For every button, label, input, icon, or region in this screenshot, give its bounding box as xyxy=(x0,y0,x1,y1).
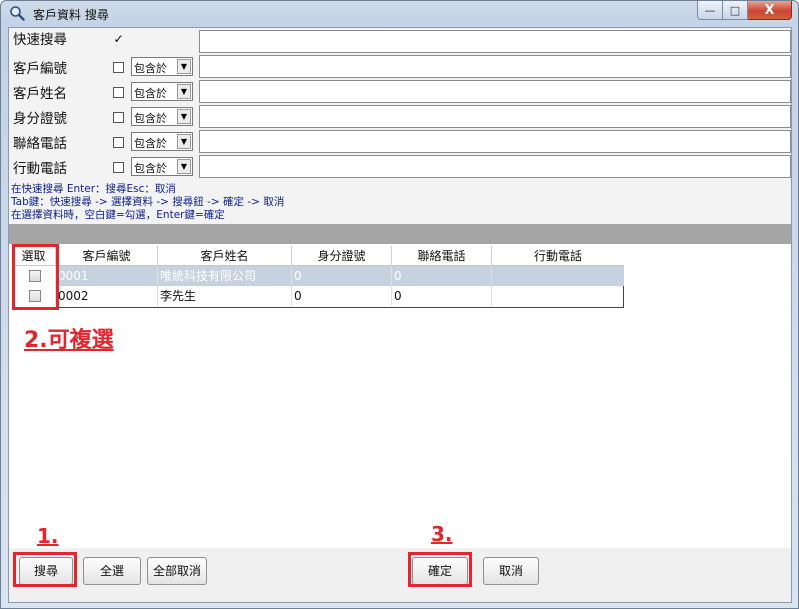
field-enable-checkbox[interactable] xyxy=(113,62,124,73)
select-all-button[interactable]: 全選 xyxy=(83,557,141,585)
table-row[interactable]: 0001 唯統科技有限公司 0 0 xyxy=(12,266,624,286)
magnifier-icon xyxy=(10,6,25,21)
operator-select[interactable]: 包含於 ▼ xyxy=(131,157,193,176)
dropdown-arrow-icon[interactable]: ▼ xyxy=(177,159,191,174)
customer-name-input[interactable] xyxy=(199,80,791,103)
customer-id-input[interactable] xyxy=(199,55,791,78)
annotation-multi-select: 2.可複選 xyxy=(24,328,114,353)
quick-search-input[interactable] xyxy=(199,30,791,53)
grid-header: 選取 客戶編號 客戶姓名 身分證號 聯絡電話 行動電話 xyxy=(12,246,624,266)
operator-select[interactable]: 包含於 ▼ xyxy=(131,57,193,76)
id-number-input[interactable] xyxy=(199,105,791,128)
search-dialog-window: 客戶資料 搜尋 — □ X 快速搜尋 ✓ 客戶編號 包含於 ▼ 客戶姓名 包含於… xyxy=(0,0,799,609)
field-row-contact-phone: 聯絡電話 包含於 ▼ xyxy=(9,130,791,154)
minimize-icon: — xyxy=(704,3,716,17)
maximize-icon: □ xyxy=(729,3,741,17)
window-controls: — □ X xyxy=(697,1,792,21)
operator-value: 包含於 xyxy=(134,87,167,100)
field-row-mobile-phone: 行動電話 包含於 ▼ xyxy=(9,155,791,179)
field-row-id-number: 身分證號 包含於 ▼ xyxy=(9,105,791,129)
annotation-step-1: 1. xyxy=(37,524,59,548)
column-header-customer-name[interactable]: 客戶姓名 xyxy=(158,246,292,266)
operator-select[interactable]: 包含於 ▼ xyxy=(131,132,193,151)
cell-customer-id: 0001 xyxy=(56,266,158,286)
deselect-all-button[interactable]: 全部取消 xyxy=(147,557,207,585)
field-enable-checkbox[interactable] xyxy=(113,112,124,123)
field-row-customer-name: 客戶姓名 包含於 ▼ xyxy=(9,80,791,104)
cell-mobile-phone xyxy=(492,286,624,306)
field-label: 客戶編號 xyxy=(13,61,67,77)
column-header-mobile-phone[interactable]: 行動電話 xyxy=(492,246,624,266)
operator-value: 包含於 xyxy=(134,137,167,150)
annotation-step-3: 3. xyxy=(431,522,453,546)
operator-value: 包含於 xyxy=(134,62,167,75)
column-header-customer-id[interactable]: 客戶編號 xyxy=(56,246,158,266)
operator-value: 包含於 xyxy=(134,162,167,175)
dropdown-arrow-icon[interactable]: ▼ xyxy=(177,84,191,99)
highlight-search-button xyxy=(13,552,77,587)
field-enable-checkbox[interactable] xyxy=(113,162,124,173)
cell-customer-name: 李先生 xyxy=(158,286,292,306)
minimize-button[interactable]: — xyxy=(697,1,723,20)
cell-mobile-phone xyxy=(492,266,624,286)
cancel-button[interactable]: 取消 xyxy=(483,557,539,585)
operator-select[interactable]: 包含於 ▼ xyxy=(131,82,193,101)
field-label: 行動電話 xyxy=(13,161,67,177)
results-grid: 選取 客戶編號 客戶姓名 身分證號 聯絡電話 行動電話 0001 唯統科技有限公… xyxy=(12,246,624,308)
field-enable-checkbox[interactable] xyxy=(113,87,124,98)
operator-select[interactable]: 包含於 ▼ xyxy=(131,107,193,126)
highlight-select-column xyxy=(12,244,59,310)
window-title: 客戶資料 搜尋 xyxy=(33,8,109,22)
search-panel: 快速搜尋 ✓ 客戶編號 包含於 ▼ 客戶姓名 包含於 ▼ 身分證號 包含於 ▼ … xyxy=(9,28,791,224)
hint-line: 在選擇資料時，空白鍵=勾選，Enter鍵=確定 xyxy=(11,209,225,221)
dropdown-arrow-icon[interactable]: ▼ xyxy=(177,109,191,124)
field-label: 身分證號 xyxy=(13,111,67,127)
cell-customer-name: 唯統科技有限公司 xyxy=(158,266,292,286)
cell-customer-id: 0002 xyxy=(56,286,158,306)
quick-search-label: 快速搜尋 xyxy=(13,32,67,48)
quick-search-checkbox[interactable]: ✓ xyxy=(113,33,124,46)
field-row-customer-id: 客戶編號 包含於 ▼ xyxy=(9,55,791,79)
quick-search-row: 快速搜尋 ✓ xyxy=(9,30,791,54)
cell-id-number: 0 xyxy=(292,266,392,286)
dropdown-arrow-icon[interactable]: ▼ xyxy=(177,59,191,74)
dialog-client-area: 快速搜尋 ✓ 客戶編號 包含於 ▼ 客戶姓名 包含於 ▼ 身分證號 包含於 ▼ … xyxy=(8,27,792,603)
field-label: 聯絡電話 xyxy=(13,136,67,152)
maximize-button[interactable]: □ xyxy=(723,1,748,20)
operator-value: 包含於 xyxy=(134,112,167,125)
highlight-ok-button xyxy=(408,552,472,587)
close-icon: X xyxy=(764,2,775,18)
field-label: 客戶姓名 xyxy=(13,86,67,102)
contact-phone-input[interactable] xyxy=(199,130,791,153)
close-button[interactable]: X xyxy=(748,1,792,20)
table-row[interactable]: 0002 李先生 0 0 xyxy=(12,286,624,306)
title-bar[interactable]: 客戶資料 搜尋 — □ X xyxy=(1,1,798,27)
cell-contact-phone: 0 xyxy=(392,266,492,286)
column-header-id-number[interactable]: 身分證號 xyxy=(292,246,392,266)
field-enable-checkbox[interactable] xyxy=(113,137,124,148)
cell-contact-phone: 0 xyxy=(392,286,492,306)
cell-id-number: 0 xyxy=(292,286,392,306)
button-bar: 搜尋 全選 全部取消 確定 取消 xyxy=(9,548,791,602)
dropdown-arrow-icon[interactable]: ▼ xyxy=(177,134,191,149)
column-header-contact-phone[interactable]: 聯絡電話 xyxy=(392,246,492,266)
splitter-bar[interactable] xyxy=(9,224,791,244)
mobile-phone-input[interactable] xyxy=(199,155,791,178)
